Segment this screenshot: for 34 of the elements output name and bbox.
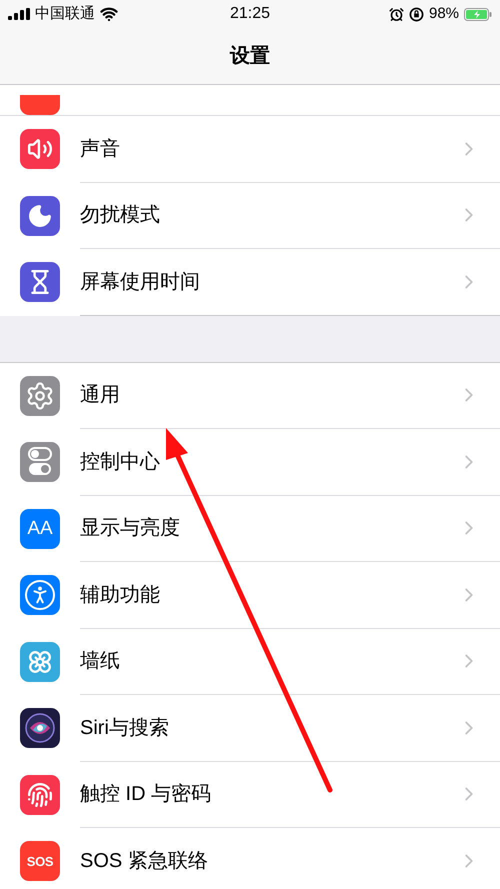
row-label: 声音 <box>80 136 121 162</box>
settings-row[interactable]: 墙纸 <box>0 628 500 695</box>
icon-label: SOS <box>26 852 54 870</box>
row-label: 辅助功能 <box>80 582 161 608</box>
settings-row[interactable]: Siri与搜索 <box>0 695 500 762</box>
settings-row[interactable]: 控制中心 <box>0 429 500 496</box>
battery-percent: 98% <box>428 4 460 24</box>
status-time: 21:25 <box>230 4 270 24</box>
row-label: 墙纸 <box>80 649 121 674</box>
alarm-icon <box>388 6 404 22</box>
settings-row[interactable]: SOS SOS 紧急联络 <box>0 828 500 889</box>
row-label: SOS 紧急联络 <box>80 848 209 874</box>
window-title: 设置 <box>230 44 270 69</box>
settings-row[interactable]: 辅助功能 <box>0 562 500 628</box>
row-label: 控制中心 <box>80 450 161 475</box>
settings-row[interactable]: 触控 ID 与密码 <box>0 762 500 828</box>
icon-label: AA <box>27 516 53 540</box>
carrier-name: 中国联通 <box>35 4 95 24</box>
rotation-lock-icon <box>408 6 424 22</box>
row-label: Siri与搜索 <box>80 716 170 741</box>
settings-row[interactable]: 屏幕使用时间 <box>0 249 500 316</box>
settings-row[interactable]: 声音 <box>0 116 500 182</box>
settings-row[interactable]: AA 显示与亮度 <box>0 496 500 562</box>
row-label: 显示与亮度 <box>80 516 181 542</box>
settings-row[interactable]: 通用 <box>0 362 500 429</box>
wifi-icon <box>100 5 118 23</box>
app-icon <box>20 95 60 115</box>
settings-row[interactable]: 勿扰模式 <box>0 182 500 249</box>
row-label: 触控 ID 与密码 <box>80 782 212 808</box>
signal-icon <box>8 8 30 20</box>
row-label: 屏幕使用时间 <box>80 270 201 295</box>
row-label: 通用 <box>80 383 121 408</box>
battery-icon <box>464 8 492 20</box>
row-label: 勿扰模式 <box>80 203 161 228</box>
